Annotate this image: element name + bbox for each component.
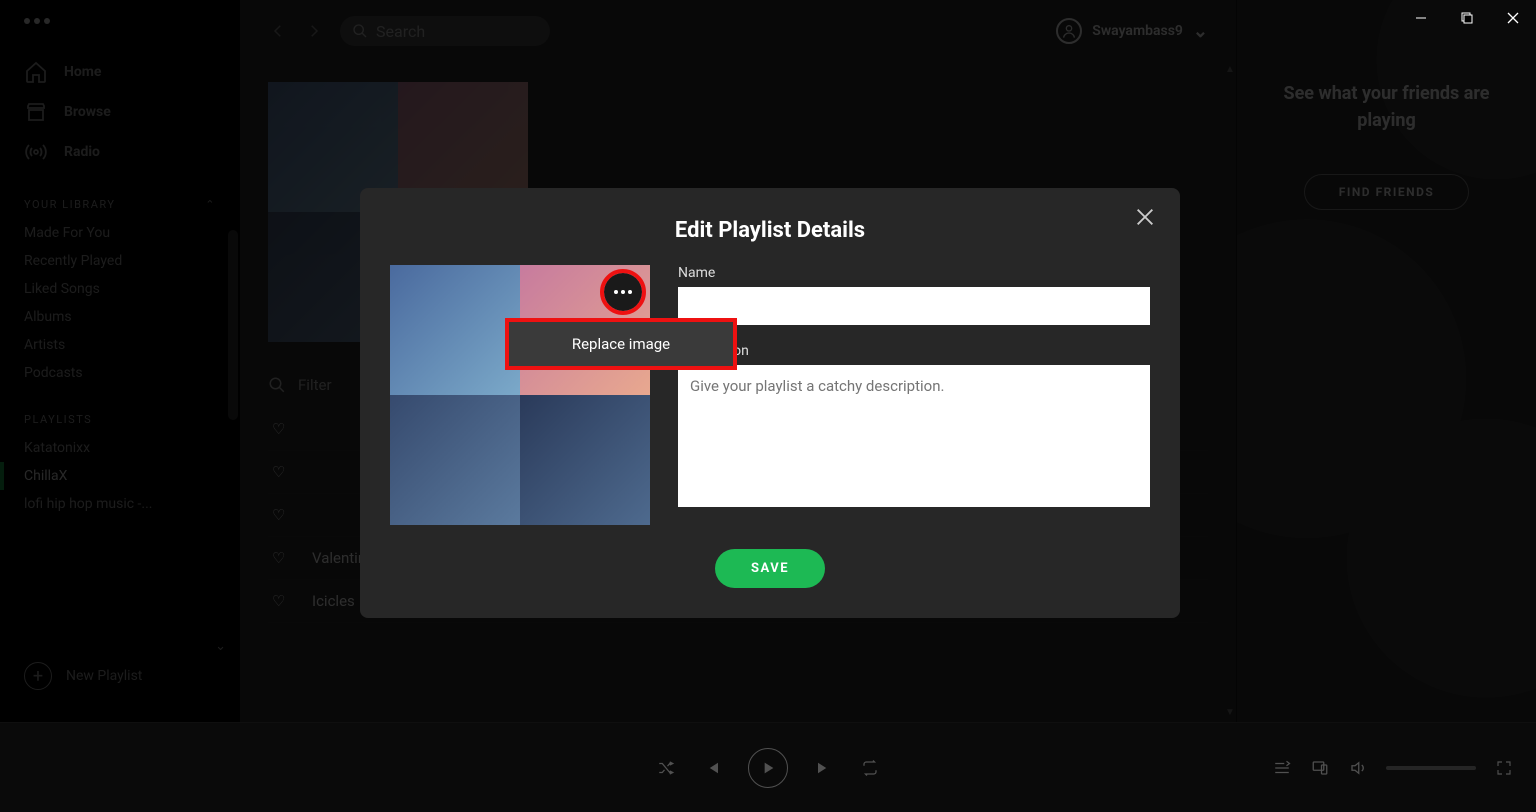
save-button[interactable]: SAVE (715, 549, 825, 588)
description-label: Description (678, 343, 1150, 359)
edit-playlist-modal: Edit Playlist Details Name Description S… (360, 188, 1180, 618)
minimize-icon (1415, 12, 1427, 24)
minimize-button[interactable] (1398, 0, 1444, 36)
cover-options-button[interactable] (604, 273, 642, 311)
maximize-button[interactable] (1444, 0, 1490, 36)
window-controls (1398, 0, 1536, 36)
replace-image-label: Replace image (572, 335, 670, 353)
name-label: Name (678, 265, 1150, 281)
modal-close-button[interactable] (1134, 206, 1158, 230)
modal-playlist-cover[interactable] (390, 265, 650, 525)
modal-title: Edit Playlist Details (390, 218, 1150, 243)
close-button[interactable] (1490, 0, 1536, 36)
close-icon (1507, 12, 1519, 24)
replace-image-menu-item[interactable]: Replace image (509, 322, 733, 366)
playlist-description-input[interactable] (678, 365, 1150, 507)
maximize-icon (1461, 12, 1473, 24)
close-icon (1134, 206, 1156, 228)
playlist-name-input[interactable] (678, 287, 1150, 325)
